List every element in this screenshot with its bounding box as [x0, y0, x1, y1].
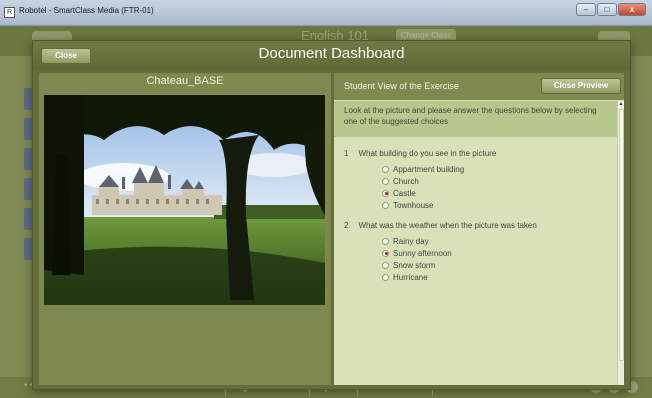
dialog-header: Document Dashboard Close: [33, 41, 630, 71]
exercise-instructions: Look at the picture and please answer th…: [334, 101, 617, 137]
minimize-button[interactable]: –: [576, 3, 596, 16]
option-hurricane[interactable]: Hurricane: [382, 271, 607, 283]
preview-scrollbar[interactable]: ▲: [617, 101, 624, 385]
question-2-options: Rainy day Sunny afternoon Snow storm Hur…: [344, 235, 607, 283]
window-title: Robotel - SmartClass Media (FTR-01): [19, 6, 154, 15]
scroll-thumb[interactable]: [619, 109, 624, 361]
radio-button-selected[interactable]: [382, 249, 389, 257]
option-church[interactable]: Church: [382, 175, 607, 187]
option-snow-storm[interactable]: Snow storm: [382, 259, 607, 271]
document-name: Chateau_BASE: [146, 75, 224, 87]
chateau-photo: [44, 95, 325, 305]
scroll-up-arrow-icon[interactable]: ▲: [618, 101, 624, 108]
window-titlebar: R Robotel - SmartClass Media (FTR-01) – …: [0, 0, 652, 26]
radio-button[interactable]: [382, 273, 389, 281]
question-2: 2 What was the weather when the picture …: [344, 221, 607, 283]
question-1-options: Appartment building Church Castle Townho…: [344, 163, 607, 211]
radio-button[interactable]: [382, 237, 389, 245]
option-appartment-building[interactable]: Appartment building: [382, 163, 607, 175]
option-label: Snow storm: [393, 260, 436, 270]
question-label: What building do you see in the picture: [358, 149, 497, 158]
option-label: Hurricane: [393, 272, 428, 282]
document-pane: Chateau_BASE: [39, 73, 331, 385]
student-preview-pane: Student View of the Exercise Close Previ…: [334, 73, 624, 385]
option-rainy-day[interactable]: Rainy day: [382, 235, 607, 247]
radio-button[interactable]: [382, 261, 389, 269]
question-number: 2: [344, 221, 349, 230]
question-list: 1 What building do you see in the pictur…: [334, 139, 617, 303]
option-label: Appartment building: [393, 164, 465, 174]
radio-button[interactable]: [382, 177, 389, 185]
radio-button-selected[interactable]: [382, 189, 389, 197]
question-label: What was the weather when the picture wa…: [358, 221, 537, 230]
option-label: Church: [393, 176, 419, 186]
question-2-text: 2 What was the weather when the picture …: [344, 221, 607, 230]
dialog-close-button[interactable]: Close: [41, 48, 91, 64]
question-number: 1: [344, 149, 349, 158]
option-label: Townhouse: [393, 200, 434, 210]
radio-button[interactable]: [382, 165, 389, 173]
document-dashboard-dialog: Document Dashboard Close Chateau_BASE St…: [32, 40, 631, 390]
document-image: [44, 95, 325, 305]
close-preview-button[interactable]: Close Preview: [541, 78, 621, 94]
option-label: Castle: [393, 188, 416, 198]
dialog-title: Document Dashboard: [258, 45, 405, 62]
option-label: Sunny afternoon: [393, 248, 452, 258]
window-close-button[interactable]: x: [618, 3, 646, 16]
question-1: 1 What building do you see in the pictur…: [344, 149, 607, 211]
maximize-button[interactable]: □: [597, 3, 617, 16]
app-icon: R: [4, 7, 15, 18]
radio-button[interactable]: [382, 201, 389, 209]
option-label: Rainy day: [393, 236, 429, 246]
option-castle[interactable]: Castle: [382, 187, 607, 199]
option-sunny-afternoon[interactable]: Sunny afternoon: [382, 247, 607, 259]
window-controls: – □ x: [576, 3, 646, 16]
option-townhouse[interactable]: Townhouse: [382, 199, 607, 211]
preview-title: Student View of the Exercise: [344, 81, 459, 91]
preview-header: Student View of the Exercise Close Previ…: [334, 73, 624, 100]
question-1-text: 1 What building do you see in the pictur…: [344, 149, 607, 158]
